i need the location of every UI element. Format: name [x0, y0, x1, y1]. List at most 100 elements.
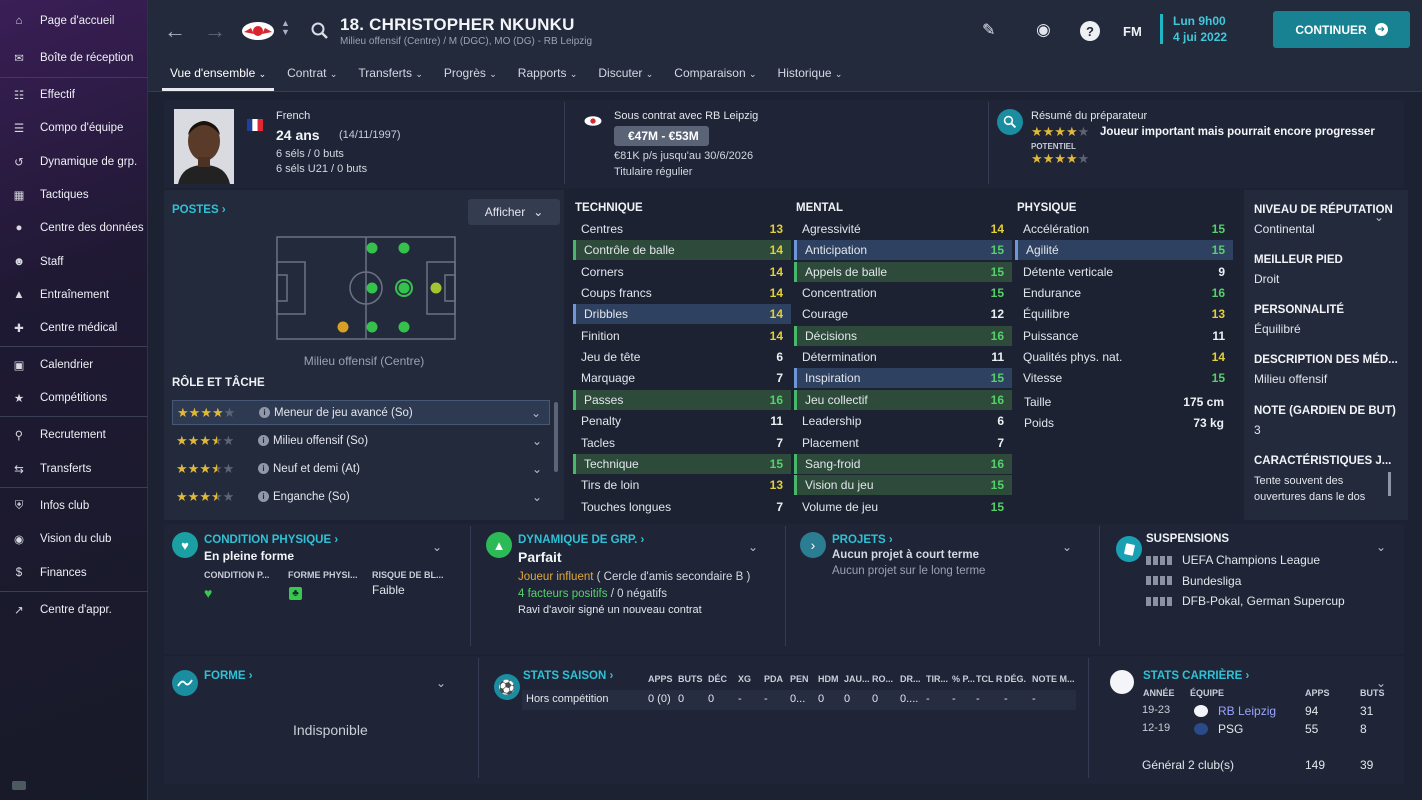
sidebar-item-infos-club[interactable]: ⛨ Infos club — [0, 491, 148, 521]
show-dropdown[interactable]: Afficher ⌄ — [468, 199, 560, 225]
tab-progr-s[interactable]: Progrès ⌄ — [436, 62, 505, 91]
chevron-down-icon[interactable]: ⌄ — [532, 434, 542, 448]
sidebar-item-centre-m-dical[interactable]: ✚ Centre médical — [0, 313, 148, 343]
chevron-down-icon[interactable]: ⌄ — [1374, 210, 1384, 224]
sidebar-item-dynamique-de-grp-[interactable]: ↺ Dynamique de grp. — [0, 147, 148, 177]
season-stat-header[interactable]: HDM — [818, 674, 839, 684]
chevron-down-icon[interactable]: ⌄ — [531, 406, 541, 420]
info-icon[interactable]: i — [258, 435, 269, 446]
season-stat-header[interactable]: TCL R — [976, 674, 1002, 684]
search-icon[interactable] — [311, 22, 329, 40]
fm-menu-button[interactable]: FM — [1123, 24, 1142, 39]
continue-button[interactable]: CONTINUER ➜ — [1273, 11, 1410, 48]
season-stat-header[interactable]: RO... — [872, 674, 893, 684]
technique-attribute-row[interactable]: Finition 14 — [573, 326, 791, 346]
chevron-down-icon[interactable]: ⌄ — [748, 540, 758, 554]
info-icon[interactable]: i — [258, 491, 269, 502]
physique-attribute-row[interactable]: Accélération 15 — [1015, 219, 1233, 239]
mental-attribute-row[interactable]: Sang-froid 16 — [794, 453, 1012, 474]
info-icon[interactable]: i — [258, 463, 269, 474]
mental-attribute-row[interactable]: Concentration 15 — [794, 283, 1012, 303]
technique-attribute-row[interactable]: Corners 14 — [573, 262, 791, 282]
sidebar-item-comp-titions[interactable]: ★ Compétitions — [0, 383, 148, 413]
technique-attribute-row[interactable]: Dribbles 14 — [573, 304, 791, 325]
sidebar-item-recrutement[interactable]: ⚲ Recrutement — [0, 420, 148, 450]
sidebar-item-entra-nement[interactable]: ▲ Entraînement — [0, 280, 148, 310]
tab-rapports[interactable]: Rapports ⌄ — [510, 62, 586, 91]
condition-link[interactable]: CONDITION PHYSIQUE › — [204, 534, 338, 546]
role-row[interactable]: ★★★★★ i Enganche (So) ⌄ — [172, 484, 550, 509]
chevron-down-icon[interactable]: ⌄ — [532, 490, 542, 504]
tab-transferts[interactable]: Transferts ⌄ — [350, 62, 430, 91]
season-stat-header[interactable]: TIR... — [926, 674, 948, 684]
career-team-link[interactable]: RB Leipzig — [1218, 704, 1276, 718]
technique-attribute-row[interactable]: Marquage 7 — [573, 368, 791, 388]
mental-attribute-row[interactable]: Décisions 16 — [794, 325, 1012, 346]
season-stat-header[interactable]: DÉG. — [1004, 674, 1026, 684]
season-stat-header[interactable]: APPS — [648, 674, 673, 684]
tab-comparaison[interactable]: Comparaison ⌄ — [666, 62, 764, 91]
season-stat-header[interactable]: DR... — [900, 674, 921, 684]
chevron-down-icon[interactable]: ⌄ — [532, 462, 542, 476]
sidebar-item-bo-te-de-r-ception[interactable]: ✉ Boîte de réception — [0, 43, 148, 73]
technique-attribute-row[interactable]: Technique 15 — [573, 453, 791, 474]
technique-attribute-row[interactable]: Contrôle de balle 14 — [573, 240, 791, 261]
roles-scrollbar[interactable] — [554, 402, 558, 472]
sidebar-item-staff[interactable]: ☻ Staff — [0, 247, 148, 277]
role-row[interactable]: ★★★★★ i Neuf et demi (At) ⌄ — [172, 456, 550, 481]
mental-attribute-row[interactable]: Appels de balle 15 — [794, 261, 1012, 282]
season-stat-header[interactable]: NOTE M... — [1032, 674, 1075, 684]
chevron-down-icon[interactable]: ⌄ — [1376, 540, 1386, 554]
club-logo-icon[interactable] — [241, 20, 275, 42]
chevron-down-icon[interactable]: ⌄ — [432, 540, 442, 554]
season-stat-header[interactable]: BUTS — [678, 674, 703, 684]
mental-attribute-row[interactable]: Courage 12 — [794, 304, 1012, 324]
tab-historique[interactable]: Historique ⌄ — [770, 62, 851, 91]
season-stat-header[interactable]: XG — [738, 674, 751, 684]
physique-attribute-row[interactable]: Endurance 16 — [1015, 283, 1233, 303]
sidebar-item-centre-d-appr-[interactable]: ↗ Centre d'appr. — [0, 595, 148, 625]
chevron-down-icon[interactable]: ⌄ — [436, 676, 446, 690]
physique-attribute-row[interactable]: Qualités phys. nat. 14 — [1015, 347, 1233, 367]
career-stats-link[interactable]: STATS CARRIÈRE › — [1143, 670, 1249, 682]
info-icon[interactable]: i — [259, 407, 270, 418]
world-icon[interactable]: ◉ — [1036, 20, 1051, 40]
role-row[interactable]: ★★★★★ i Meneur de jeu avancé (So) ⌄ — [172, 400, 550, 425]
physique-attribute-row[interactable]: Détente verticale 9 — [1015, 262, 1233, 282]
technique-attribute-row[interactable]: Coups francs 14 — [573, 283, 791, 303]
back-arrow-icon[interactable]: ← — [164, 18, 186, 44]
season-stat-header[interactable]: PDA — [764, 674, 783, 684]
sidebar-item-page-d-accueil[interactable]: ⌂ Page d'accueil — [0, 6, 148, 36]
forward-arrow-icon[interactable]: → — [204, 18, 226, 44]
mental-attribute-row[interactable]: Jeu collectif 16 — [794, 389, 1012, 410]
transfer-value-badge[interactable]: €47M - €53M — [614, 126, 709, 146]
sidebar-item-vision-du-club[interactable]: ◉ Vision du club — [0, 524, 148, 554]
sidebar-item-compo-d-quipe[interactable]: ☰ Compo d'équipe — [0, 113, 148, 143]
season-stat-header[interactable]: % P... — [952, 674, 975, 684]
edit-pencil-icon[interactable]: ✎ — [982, 20, 995, 40]
help-icon[interactable]: ? — [1080, 21, 1100, 41]
mental-attribute-row[interactable]: Anticipation 15 — [794, 240, 1012, 261]
sidebar-item-finances[interactable]: $ Finances — [0, 558, 148, 588]
season-stat-header[interactable]: JAU... — [844, 674, 870, 684]
technique-attribute-row[interactable]: Penalty 11 — [573, 411, 791, 431]
role-row[interactable]: ★★★★★ i Milieu offensif (So) ⌄ — [172, 428, 550, 453]
physique-attribute-row[interactable]: Puissance 11 — [1015, 326, 1233, 346]
technique-attribute-row[interactable]: Passes 16 — [573, 389, 791, 410]
player-switch-icon[interactable]: ▲ ▼ — [281, 19, 290, 37]
dynamics-link[interactable]: DYNAMIQUE DE GRP. › — [518, 534, 644, 546]
physique-attribute-row[interactable]: Vitesse 15 — [1015, 368, 1233, 388]
physique-attribute-row[interactable]: Agilité 15 — [1015, 240, 1233, 261]
projects-link[interactable]: PROJETS › — [832, 534, 893, 546]
technique-attribute-row[interactable]: Centres 13 — [573, 219, 791, 239]
sidebar-item-transferts[interactable]: ⇆ Transferts — [0, 454, 148, 484]
season-stats-link[interactable]: STATS SAISON › — [523, 670, 613, 682]
tab-vue-d-ensemble[interactable]: Vue d'ensemble ⌄ — [162, 62, 275, 91]
tab-discuter[interactable]: Discuter ⌄ — [590, 62, 661, 91]
technique-attribute-row[interactable]: Tirs de loin 13 — [573, 475, 791, 495]
mental-attribute-row[interactable]: Détermination 11 — [794, 347, 1012, 367]
positions-link[interactable]: POSTES › — [172, 204, 226, 216]
chevron-down-icon[interactable]: ⌄ — [1062, 540, 1072, 554]
mental-attribute-row[interactable]: Vision du jeu 15 — [794, 475, 1012, 496]
mental-attribute-row[interactable]: Inspiration 15 — [794, 368, 1012, 389]
